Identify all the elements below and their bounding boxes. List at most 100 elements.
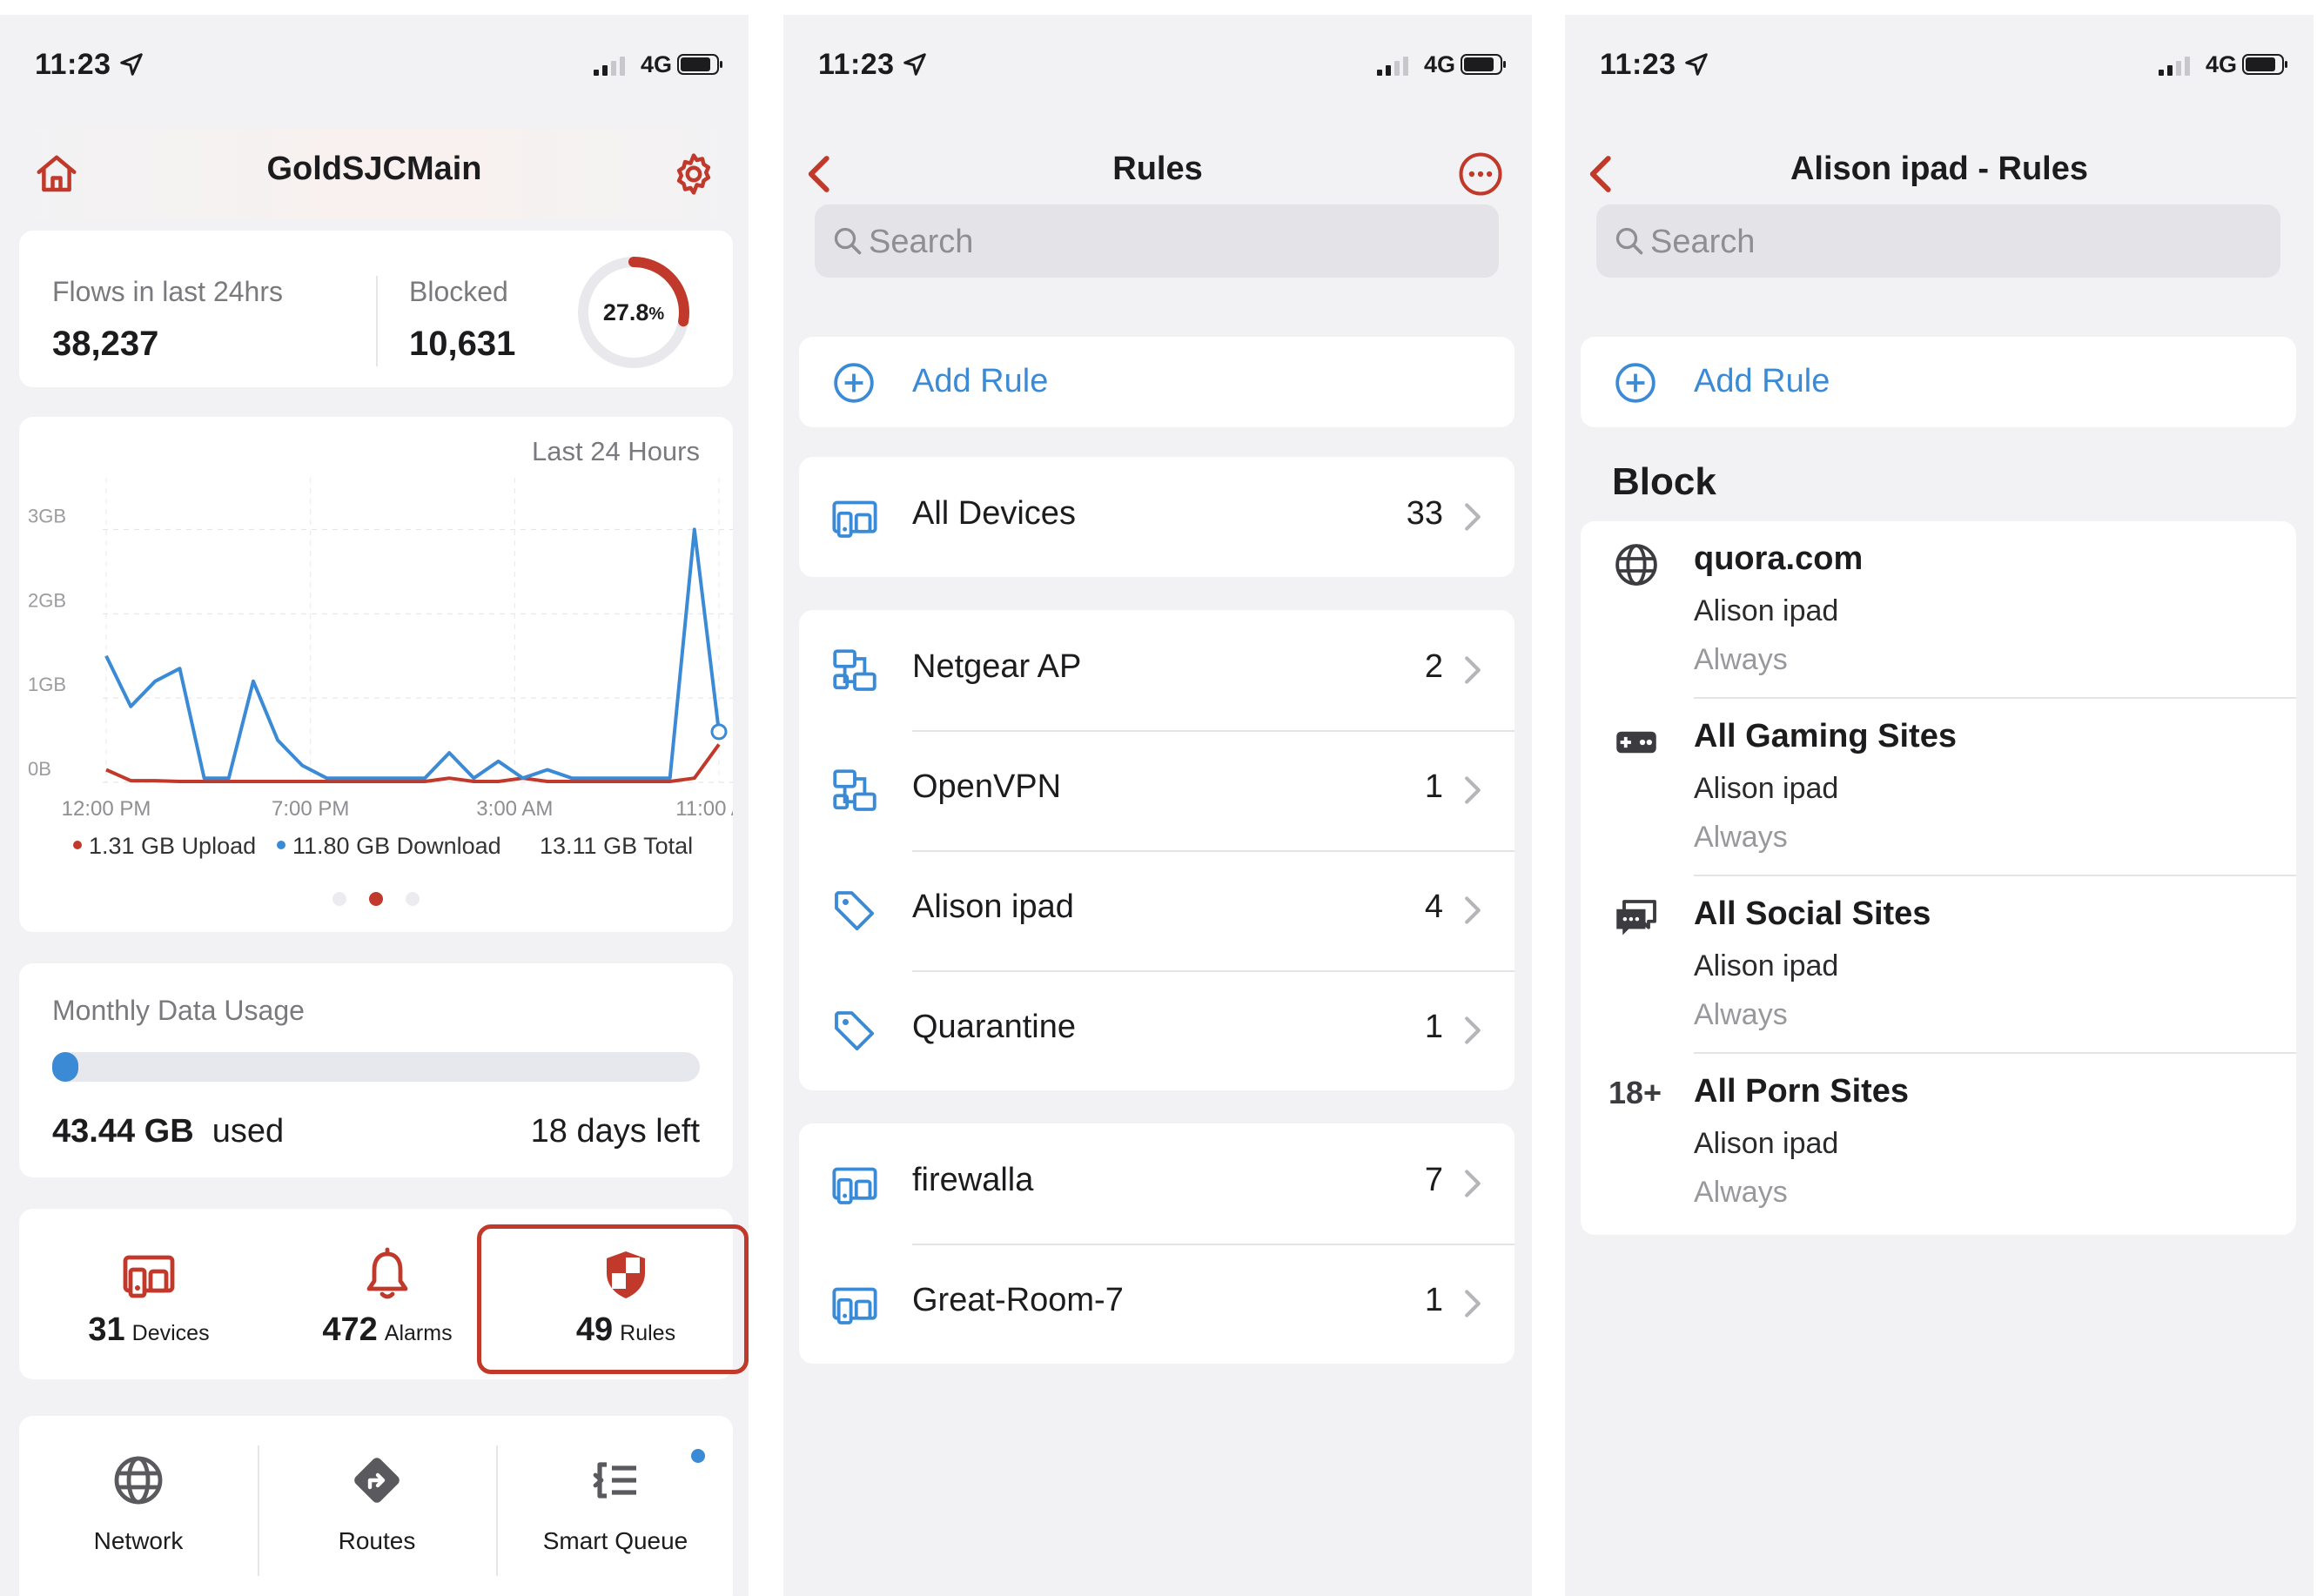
blocked-label: Blocked [409, 276, 508, 307]
search-input[interactable]: Search [1596, 205, 2280, 278]
chevron-right-icon [1465, 1290, 1481, 1318]
status-time: 11:23 [818, 48, 895, 81]
signal-icon [1377, 57, 1408, 76]
signal-icon [594, 57, 625, 76]
rule-schedule: Always [1694, 1176, 1788, 1209]
location-arrow-icon [903, 53, 926, 76]
18-plus-icon: 18+ [1608, 1075, 1662, 1110]
rule-item[interactable]: All Social Sites Alison ipad Always [1581, 876, 2296, 1052]
rule-device: Alison ipad [1694, 772, 1839, 805]
x-tick-label: 12:00 PM [62, 797, 151, 821]
add-rule-button[interactable]: Add Rule [1581, 337, 2296, 427]
nav-header: GoldSJCMain [0, 128, 749, 218]
y-tick-label: 3GB [28, 505, 66, 526]
globe-icon [114, 1456, 163, 1505]
list-item-label: OpenVPN [912, 768, 1062, 805]
carousel-dots[interactable] [19, 892, 733, 906]
carousel-dot[interactable] [369, 892, 383, 906]
add-rule-button[interactable]: Add Rule [799, 337, 1514, 427]
traffic-chart-card[interactable]: Last 24 Hours 0B 1GB 2GB 3GB 12:00 PM 7:00 PM… [19, 417, 733, 932]
network-type: 4G [2205, 51, 2237, 77]
list-item-label: Quarantine [912, 1009, 1077, 1045]
page-title: Alison ipad - Rules [1790, 151, 2089, 187]
search-placeholder: Search [1650, 224, 1756, 260]
location-arrow-icon [120, 53, 143, 76]
block-rules-card: quora.com Alison ipad Always All Gaming … [1581, 521, 2296, 1235]
list-item-count: 1 [1424, 768, 1443, 805]
carousel-dot[interactable] [406, 892, 420, 906]
search-icon [834, 227, 862, 255]
signal-icon [2159, 57, 2190, 76]
list-item[interactable]: Great-Room-7 1 [799, 1244, 1514, 1364]
rule-schedule: Always [1694, 643, 1788, 676]
legend-upload: 1.31 GB Upload [73, 833, 256, 860]
chevron-right-icon [1465, 1016, 1481, 1044]
flows-card[interactable]: Flows in last 24hrs 38,237 Blocked 10,63… [19, 231, 733, 387]
search-icon [1615, 227, 1643, 255]
gear-icon[interactable] [670, 151, 717, 198]
monthly-label: Monthly Data Usage [52, 995, 305, 1026]
list-item[interactable]: OpenVPN 1 [799, 730, 1514, 850]
rule-item[interactable]: 18+ All Porn Sites Alison ipad Always [1581, 1054, 2296, 1230]
stat-divider [376, 276, 378, 366]
add-circle-icon [834, 363, 874, 403]
blocked-value: 10,631 [409, 325, 516, 363]
list-item-label: Great-Room-7 [912, 1282, 1124, 1318]
usage-progress-track [52, 1052, 700, 1082]
phone-screen-box: 11:23 4G Rules Search Add Rule All Devic… [783, 15, 1532, 1596]
page-title: Rules [1112, 151, 1203, 187]
list-item-label: Netgear AP [912, 648, 1082, 685]
flows-label: Flows in last 24hrs [52, 276, 283, 307]
search-input[interactable]: Search [815, 205, 1499, 278]
rule-schedule: Always [1694, 821, 1788, 854]
x-tick-label: 11:00 AM [675, 797, 733, 821]
network-device-icon [833, 649, 876, 691]
globe-icon [1615, 544, 1657, 586]
list-item[interactable]: Quarantine 1 [799, 970, 1514, 1090]
devices-tile[interactable]: 31 Devices [30, 1247, 268, 1349]
battery-icon [677, 54, 722, 75]
alarms-tile[interactable]: 472 Alarms [268, 1247, 507, 1349]
monthly-usage-card[interactable]: Monthly Data Usage 43.44 GB used 18 days… [19, 963, 733, 1177]
rule-group-card: Netgear AP 2 OpenVPN 1 Alison ipad 4 Qua… [799, 610, 1514, 1090]
list-item-label: firewalla [912, 1162, 1034, 1198]
list-item[interactable]: All Devices 33 [799, 457, 1514, 577]
network-nav[interactable]: Network [19, 1452, 258, 1555]
rule-device: Alison ipad [1694, 594, 1839, 627]
rule-device: Alison ipad [1694, 949, 1839, 982]
rule-schedule: Always [1694, 998, 1788, 1031]
list-item-count: 1 [1424, 1282, 1443, 1318]
rule-group-card: firewalla 7 Great-Room-7 1 [799, 1123, 1514, 1364]
list-item[interactable]: Netgear AP 2 [799, 610, 1514, 730]
battery-icon [1461, 54, 1506, 75]
rule-item[interactable]: quora.com Alison ipad Always [1581, 521, 2296, 697]
list-item[interactable]: firewalla 7 [799, 1123, 1514, 1244]
devices-icon [832, 500, 877, 538]
y-tick-label: 1GB [28, 674, 66, 695]
page-title: GoldSJCMain [266, 151, 482, 187]
bell-icon [366, 1247, 408, 1299]
network-type: 4G [640, 51, 672, 77]
chevron-right-icon [1465, 776, 1481, 804]
smart-queue-nav[interactable]: Smart Queue [496, 1452, 735, 1555]
rule-item[interactable]: All Gaming Sites Alison ipad Always [1581, 699, 2296, 875]
chevron-right-icon [1465, 1170, 1481, 1197]
legend-download: 11.80 GB Download [277, 833, 501, 860]
routes-nav[interactable]: Routes [258, 1452, 496, 1555]
rule-group-card: All Devices 33 [799, 457, 1514, 577]
search-placeholder: Search [869, 224, 974, 260]
carousel-dot[interactable] [332, 892, 346, 906]
devices-icon [123, 1255, 175, 1298]
more-options-icon[interactable] [1457, 151, 1504, 198]
battery-icon [2242, 54, 2287, 75]
queue-icon [593, 1462, 636, 1499]
phone-screen-box: 11:23 4G Alison ipad - Rules Search Add … [1565, 15, 2314, 1596]
list-item-count: 2 [1424, 648, 1443, 685]
rule-name: quora.com [1694, 540, 1864, 577]
flows-value: 38,237 [52, 325, 159, 363]
list-item[interactable]: Alison ipad 4 [799, 850, 1514, 970]
chevron-right-icon [1465, 896, 1481, 924]
monthly-used: 43.44 GB used [52, 1113, 285, 1150]
add-circle-icon [1615, 363, 1655, 403]
series-line-download [104, 527, 721, 781]
